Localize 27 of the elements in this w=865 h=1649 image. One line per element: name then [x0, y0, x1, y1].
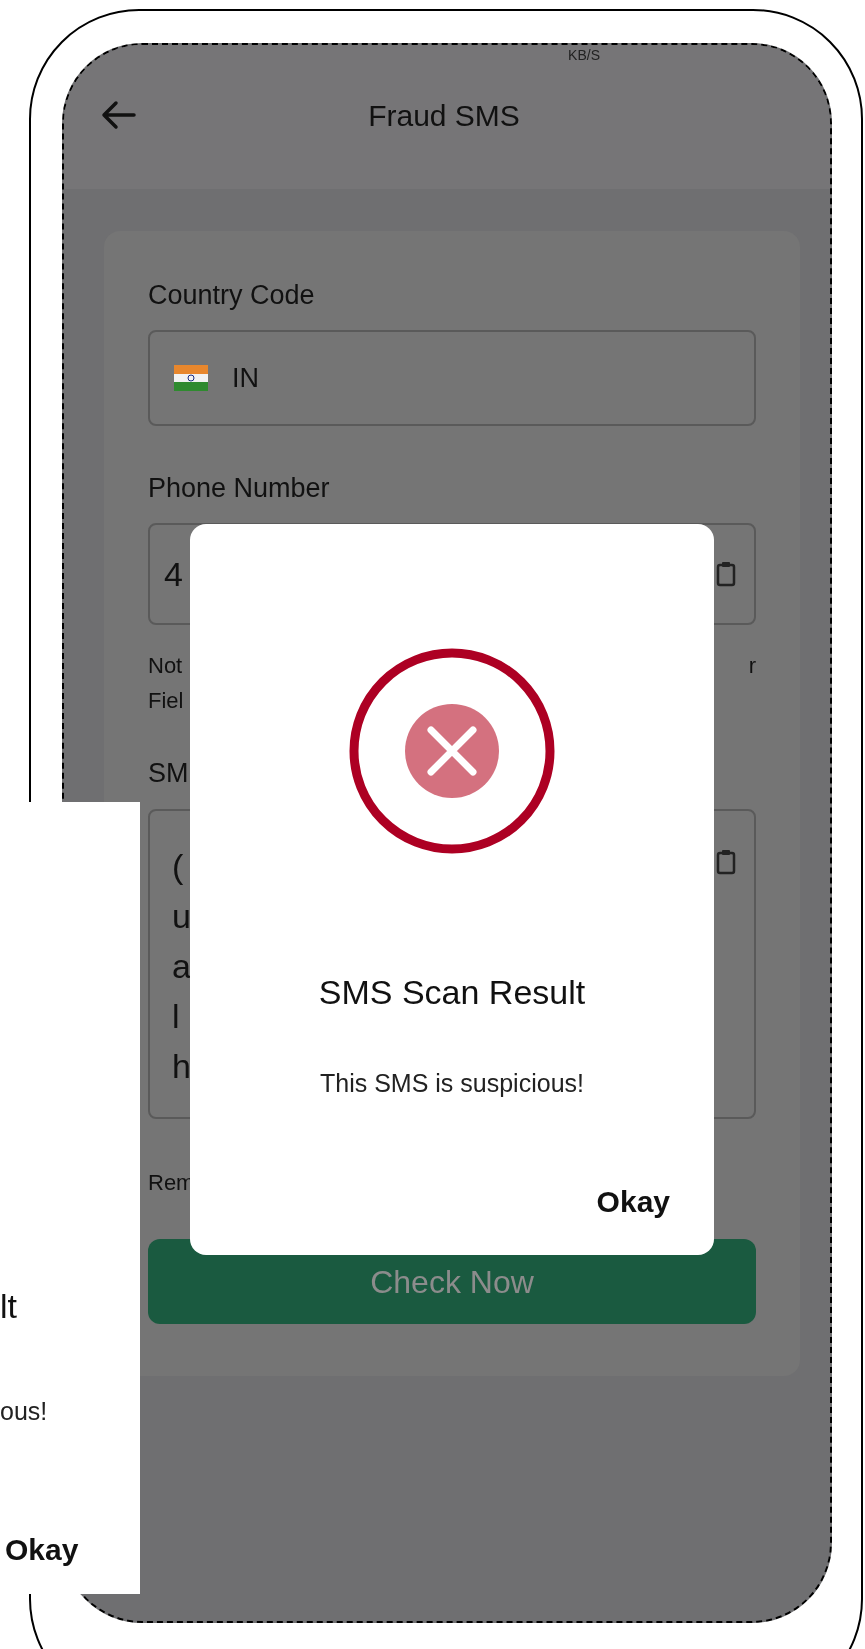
field-label: Phone Number	[148, 472, 331, 504]
note-text: Fiel	[148, 688, 184, 713]
dialog-title: SMS Scan Result	[318, 972, 586, 1012]
sms-text-line: h	[172, 1046, 191, 1087]
sms-text-line: a	[172, 946, 191, 987]
okay-button[interactable]: Okay	[5, 1532, 79, 1568]
field-label: SM	[148, 757, 190, 789]
field-label: Country Code	[148, 279, 316, 311]
note-text: Not	[148, 652, 183, 680]
dialog-message: This SMS is suspicious!	[320, 1068, 584, 1098]
error-x-icon	[349, 648, 555, 854]
clipboard-icon[interactable]	[716, 849, 736, 875]
dialog-title: lt	[0, 1286, 17, 1326]
country-code-value: IN	[232, 361, 259, 395]
sms-text-line: u	[172, 896, 191, 937]
back-arrow-icon[interactable]	[100, 100, 136, 130]
note-text: r	[748, 652, 756, 680]
clipboard-icon[interactable]	[716, 561, 736, 587]
network-speed-unit: KB/S	[568, 46, 600, 65]
okay-button[interactable]: Okay	[596, 1184, 670, 1220]
screen-title: Fraud SMS	[367, 97, 521, 134]
sms-text-line: l	[172, 996, 181, 1037]
phone-number-value: 4	[164, 553, 183, 595]
country-code-field[interactable]: IN	[148, 330, 756, 426]
sms-text-line: (	[172, 846, 185, 887]
dialog-message: ous!	[0, 1396, 48, 1426]
flag-icon	[174, 365, 208, 391]
